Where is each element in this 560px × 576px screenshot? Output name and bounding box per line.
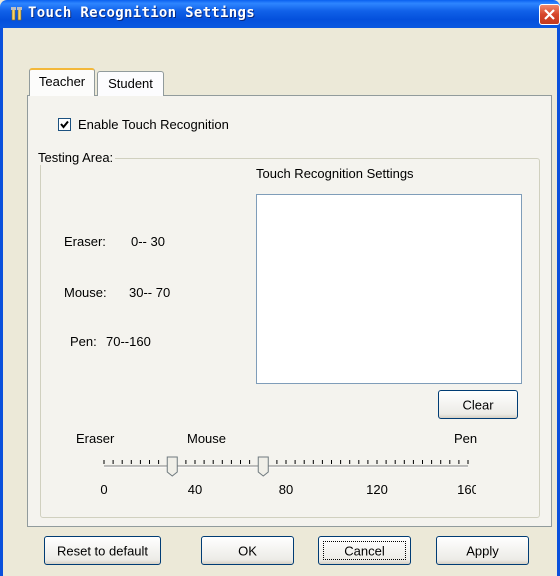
apply-button-label: Apply xyxy=(466,543,499,558)
slider-tick-label: 40 xyxy=(188,482,202,497)
close-icon xyxy=(544,9,555,20)
reset-default-button[interactable]: Reset to default xyxy=(44,536,161,565)
tab-teacher[interactable]: Teacher xyxy=(29,68,95,96)
range-name-mouse: Mouse: xyxy=(64,285,107,300)
range-name-eraser: Eraser: xyxy=(64,234,106,249)
tab-student-label: Student xyxy=(108,76,153,91)
slider-label-mouse: Mouse xyxy=(187,431,227,446)
cancel-button-label: Cancel xyxy=(344,543,385,558)
touch-test-canvas[interactable] xyxy=(256,194,522,384)
testing-area-legend: Testing Area: xyxy=(36,150,116,165)
window-frame-left xyxy=(0,28,3,576)
tools-icon xyxy=(11,7,22,21)
cancel-button[interactable]: Cancel xyxy=(318,536,411,565)
tab-student[interactable]: Student xyxy=(97,71,164,96)
slider-tick-label: 160 xyxy=(457,482,476,497)
slider-tick-label: 80 xyxy=(279,482,293,497)
range-value-eraser: 0-- 30 xyxy=(131,234,165,249)
checkmark-icon xyxy=(60,120,69,129)
range-value-mouse: 30-- 70 xyxy=(129,285,171,300)
ok-button-label: OK xyxy=(238,543,257,558)
slider-thumb[interactable] xyxy=(166,456,178,477)
close-button[interactable] xyxy=(539,4,560,25)
apply-button[interactable]: Apply xyxy=(436,536,529,565)
tab-teacher-label: Teacher xyxy=(38,74,86,89)
enable-touch-label: Enable Touch Recognition xyxy=(78,117,229,132)
ok-button[interactable]: OK xyxy=(201,536,294,565)
slider-label-eraser: Eraser xyxy=(76,431,115,446)
range-slider[interactable]: 0 40 80 120 160 xyxy=(96,448,476,498)
slider-tick-label: 0 xyxy=(100,482,107,497)
slider-tick-label: 120 xyxy=(366,482,388,497)
range-value-pen: 70--160 xyxy=(106,334,151,349)
window-title: Touch Recognition Settings xyxy=(28,5,255,21)
title-bar: Touch Recognition Settings xyxy=(0,0,560,28)
enable-touch-checkbox[interactable] xyxy=(58,118,71,131)
canvas-heading: Touch Recognition Settings xyxy=(256,166,414,181)
reset-button-label: Reset to default xyxy=(56,543,149,558)
clear-button[interactable]: Clear xyxy=(438,390,518,419)
slider-thumb[interactable] xyxy=(257,456,269,477)
slider-label-pen: Pen xyxy=(454,431,478,446)
clear-button-label: Clear xyxy=(462,397,494,412)
range-name-pen: Pen: xyxy=(70,334,97,349)
